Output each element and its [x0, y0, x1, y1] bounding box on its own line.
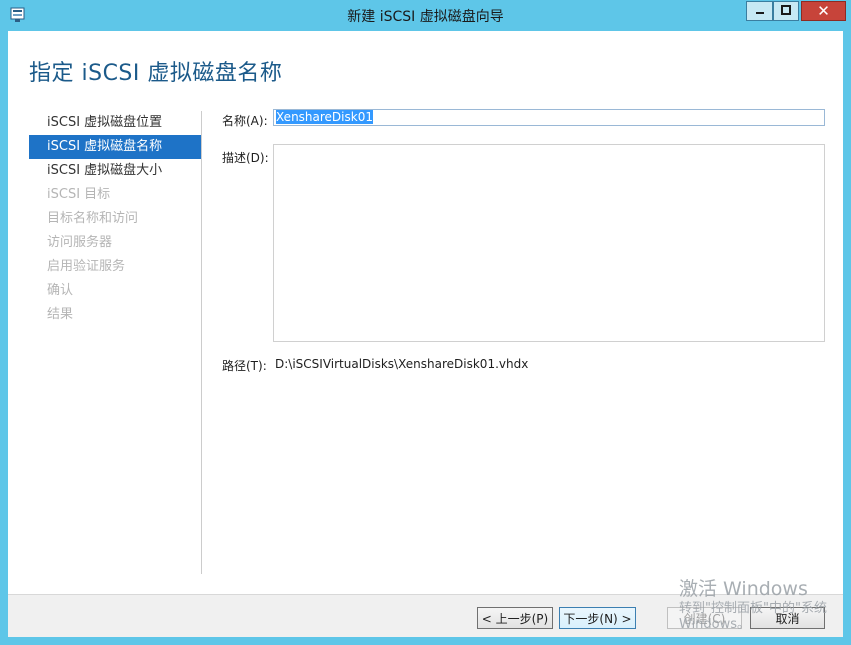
minimize-button[interactable]	[746, 1, 773, 21]
window-title: 新建 iSCSI 虚拟磁盘向导	[347, 9, 504, 25]
wizard-content: 指定 iSCSI 虚拟磁盘名称 iSCSI 虚拟磁盘位置 iSCSI 虚拟磁盘名…	[8, 31, 843, 637]
nav-divider	[201, 111, 202, 574]
nav-step-disk-size[interactable]: iSCSI 虚拟磁盘大小	[29, 159, 201, 183]
nav-step-enable-auth: 启用验证服务	[47, 259, 126, 274]
close-button[interactable]: ✕	[801, 1, 846, 21]
name-input[interactable]: XenshareDisk01	[273, 109, 825, 126]
name-label: 名称(A):	[222, 114, 268, 128]
next-button[interactable]: 下一步(N) >	[559, 607, 636, 629]
page-title: 指定 iSCSI 虚拟磁盘名称	[29, 61, 283, 86]
path-value: D:\iSCSIVirtualDisks\XenshareDisk01.vhdx	[275, 357, 529, 371]
nav-step-disk-name[interactable]: iSCSI 虚拟磁盘名称	[29, 135, 201, 159]
wizard-steps-nav: iSCSI 虚拟磁盘位置 iSCSI 虚拟磁盘名称 iSCSI 虚拟磁盘大小 i…	[29, 111, 201, 327]
maximize-button[interactable]	[773, 1, 799, 21]
description-label: 描述(D):	[222, 151, 269, 165]
minimize-icon	[755, 4, 765, 18]
nav-step-target-name-access: 目标名称和访问	[47, 211, 139, 226]
cancel-button[interactable]: 取消	[750, 607, 825, 629]
maximize-icon	[781, 4, 791, 18]
nav-step-results: 结果	[47, 307, 74, 322]
create-button: 创建(C)	[667, 607, 742, 629]
name-input-value: XenshareDisk01	[276, 110, 373, 124]
nav-step-iscsi-target: iSCSI 目标	[47, 187, 111, 202]
title-bar[interactable]: 新建 iSCSI 虚拟磁盘向导 ✕	[0, 0, 851, 30]
wizard-window: 新建 iSCSI 虚拟磁盘向导 ✕ 指定 iSCSI 虚拟磁盘名称 iSCSI …	[0, 0, 851, 645]
wizard-footer: < 上一步(P) 下一步(N) > 创建(C) 取消	[8, 594, 843, 637]
description-textarea[interactable]	[273, 144, 825, 342]
close-icon: ✕	[817, 2, 830, 20]
nav-step-access-servers: 访问服务器	[47, 235, 113, 250]
nav-step-confirmation: 确认	[47, 283, 74, 298]
path-label: 路径(T):	[222, 359, 267, 373]
nav-step-disk-location[interactable]: iSCSI 虚拟磁盘位置	[29, 111, 201, 135]
previous-button[interactable]: < 上一步(P)	[477, 607, 553, 629]
